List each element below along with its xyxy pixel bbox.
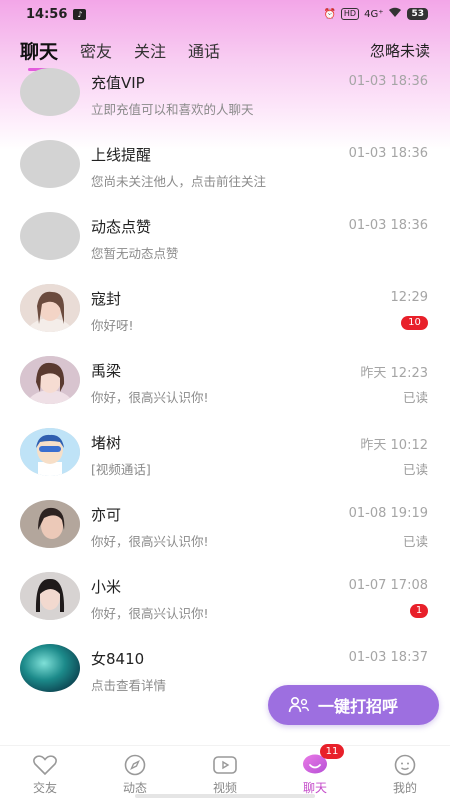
tiktok-icon: ♪	[73, 8, 87, 20]
conversation-row[interactable]: 上线提醒 您尚未关注他人，点击前往关注 01-03 18:36	[0, 128, 450, 200]
video-icon	[213, 756, 237, 774]
heart-icon	[33, 755, 57, 776]
read-status: 已读	[402, 534, 428, 549]
status-time: 14:56	[26, 6, 68, 22]
bottom-nav: 交友 动态 视频 聊天 11 我的	[0, 744, 450, 800]
nav-dating[interactable]: 交友	[0, 746, 90, 800]
conversation-time: 昨天 12:23	[360, 366, 428, 381]
status-bar: 14:56 ♪ ⏰ HD 4G⁺ 53	[0, 0, 450, 28]
conversation-preview: 立即充值可以和喜欢的人聊天	[91, 102, 254, 117]
nav-label: 我的	[392, 781, 417, 795]
avatar	[20, 572, 80, 620]
signal-indicator: 4G⁺	[364, 8, 384, 20]
one-click-greet-button[interactable]: 一键打招呼	[268, 685, 439, 725]
avatar	[20, 284, 80, 332]
nav-chat[interactable]: 聊天 11	[270, 744, 360, 800]
conversation-row[interactable]: 亦可 你好，很高兴认识你! 01-08 19:19 已读	[0, 488, 450, 560]
conversation-time: 12:29	[390, 290, 428, 305]
nav-mine[interactable]: 我的	[360, 746, 450, 800]
conversation-name: 寇封	[91, 290, 122, 308]
conversation-preview: [视频通话]	[91, 462, 151, 477]
conversation-preview: 你好，很高兴认识你!	[91, 606, 209, 621]
conversation-row[interactable]: 充值VIP 立即充值可以和喜欢的人聊天 01-03 18:36	[0, 56, 450, 128]
conversation-preview: 你好，很高兴认识你!	[91, 390, 209, 405]
nav-moments[interactable]: 动态	[90, 746, 180, 800]
home-indicator	[135, 794, 315, 798]
people-icon	[288, 696, 310, 713]
read-status: 已读	[402, 390, 428, 405]
wifi-icon	[388, 7, 402, 21]
greet-button-label: 一键打招呼	[318, 697, 399, 716]
battery-indicator: 53	[407, 8, 428, 20]
compass-icon	[124, 754, 146, 776]
avatar	[20, 140, 80, 188]
conversation-time: 01-03 18:36	[348, 218, 428, 233]
conversation-preview: 你好，很高兴认识你!	[91, 534, 209, 549]
avatar	[20, 500, 80, 548]
read-status: 已读	[402, 462, 428, 477]
conversation-row[interactable]: 堵树 [视频通话] 昨天 10:12 已读	[0, 416, 450, 488]
conversation-time: 01-03 18:36	[348, 74, 428, 89]
conversation-preview: 您暂无动态点赞	[91, 246, 179, 261]
unread-badge: 1	[410, 604, 428, 618]
conversation-preview: 您尚未关注他人，点击前往关注	[91, 174, 267, 189]
conversation-time: 01-03 18:37	[348, 650, 428, 665]
conversation-name: 堵树	[91, 434, 122, 452]
conversation-name: 上线提醒	[91, 146, 152, 164]
conversation-time: 01-07 17:08	[348, 578, 428, 593]
conversation-row[interactable]: 动态点赞 您暂无动态点赞 01-03 18:36	[0, 200, 450, 272]
conversation-name: 小米	[91, 578, 122, 596]
avatar	[20, 68, 80, 116]
hd-indicator: HD	[340, 8, 360, 20]
conversation-row[interactable]: 寇封 你好呀! 12:29 10	[0, 272, 450, 344]
smile-icon	[394, 754, 416, 776]
conversation-name: 女8410	[91, 650, 145, 668]
nav-label: 交友	[32, 781, 57, 795]
avatar	[20, 212, 80, 260]
conversation-row[interactable]: 小米 你好，很高兴认识你! 01-07 17:08 1	[0, 560, 450, 632]
conversation-preview: 你好呀!	[91, 318, 134, 333]
avatar	[20, 356, 80, 404]
conversation-name: 动态点赞	[91, 218, 152, 236]
conversation-time: 01-08 19:19	[348, 506, 428, 521]
conversation-name: 亦可	[91, 506, 122, 524]
avatar	[20, 644, 80, 692]
unread-total-badge: 11	[320, 744, 344, 759]
conversation-preview: 点击查看详情	[91, 678, 167, 693]
conversation-time: 01-03 18:36	[348, 146, 428, 161]
nav-video[interactable]: 视频	[180, 746, 270, 800]
status-icons: ⏰ HD 4G⁺ 53	[323, 7, 428, 21]
conversation-time: 昨天 10:12	[360, 438, 428, 453]
conversation-name: 禹梁	[91, 362, 122, 380]
alarm-icon: ⏰	[323, 8, 336, 20]
conversation-list: 充值VIP 立即充值可以和喜欢的人聊天 01-03 18:36 上线提醒 您尚未…	[0, 56, 450, 704]
conversation-name: 充值VIP	[91, 74, 145, 92]
avatar	[20, 428, 80, 476]
conversation-row[interactable]: 禹梁 你好，很高兴认识你! 昨天 12:23 已读	[0, 344, 450, 416]
unread-badge: 10	[401, 316, 428, 330]
